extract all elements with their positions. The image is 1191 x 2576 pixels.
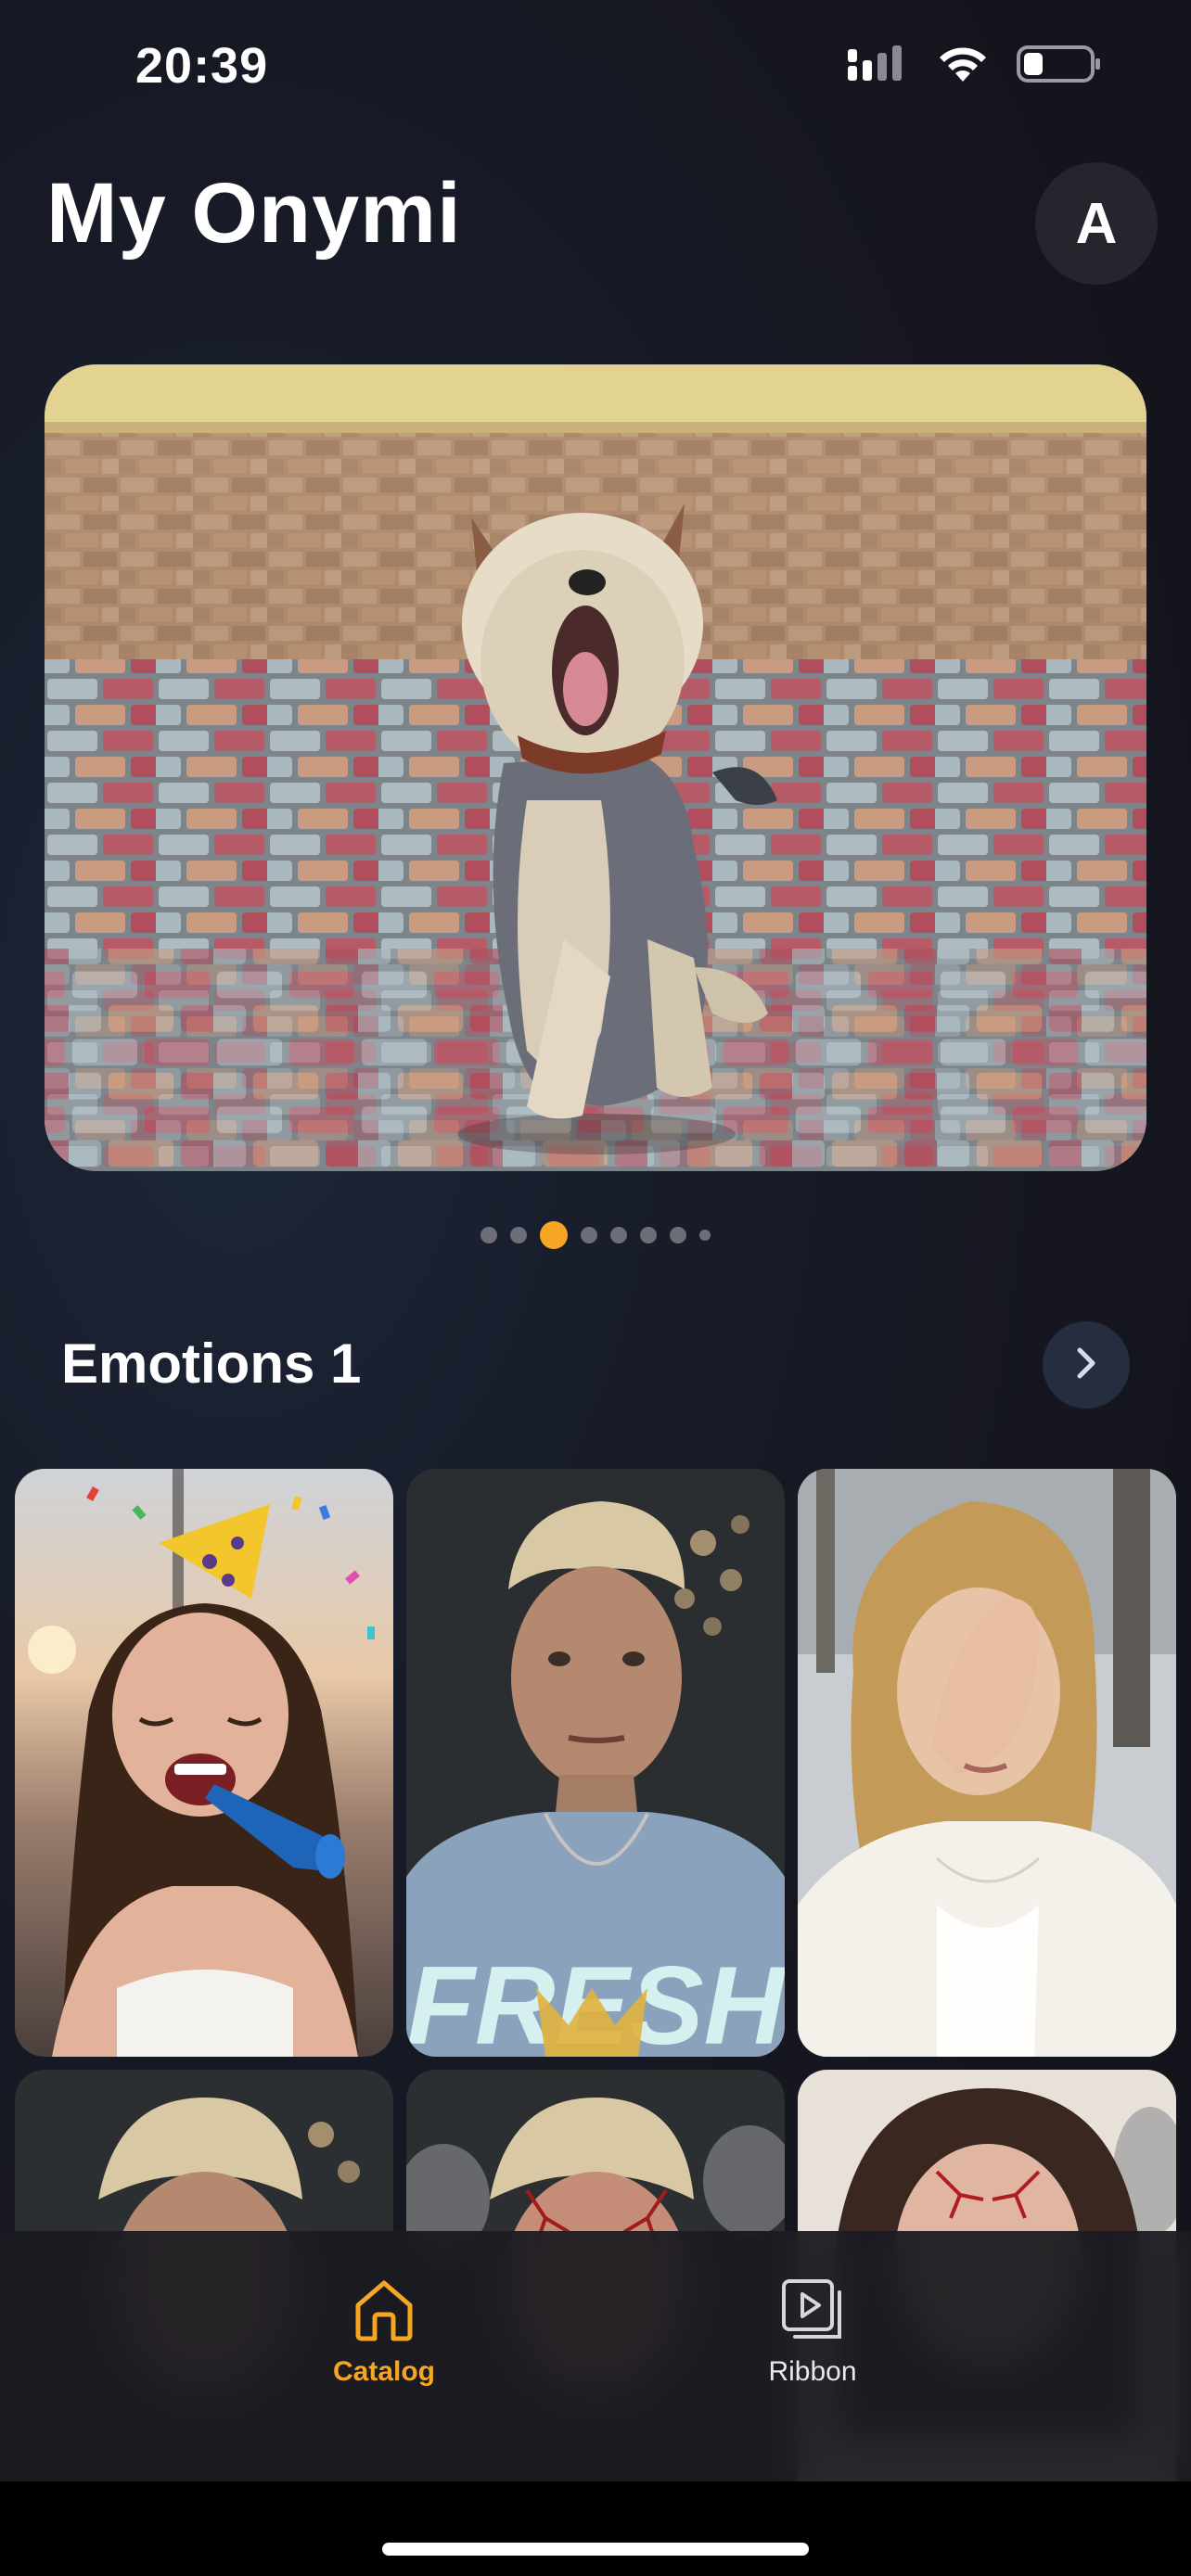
emotion-card-image: FRESH — [406, 1469, 785, 2057]
emotion-card[interactable] — [15, 1469, 393, 2057]
avatar-initial: A — [1075, 191, 1118, 256]
avatar[interactable]: A — [1035, 162, 1158, 285]
section-title: Emotions 1 — [61, 1333, 362, 1395]
pager-dot[interactable] — [670, 1227, 686, 1243]
battery-icon — [1017, 45, 1102, 88]
pager-dot[interactable] — [480, 1227, 497, 1243]
tab-ribbon[interactable]: Ribbon — [720, 2276, 905, 2405]
pager-dot-active[interactable] — [540, 1221, 568, 1249]
pager-dot[interactable] — [610, 1227, 627, 1243]
tab-catalog-label: Catalog — [332, 2356, 435, 2387]
status-time: 20:39 — [135, 38, 269, 94]
emotion-card-image — [798, 1469, 1176, 2057]
page-title: My Onymi — [46, 166, 462, 261]
pager-dot[interactable] — [581, 1227, 597, 1243]
hero-banner[interactable] — [45, 364, 1146, 1171]
chevron-right-icon — [1069, 1345, 1103, 1386]
wifi-icon — [937, 45, 989, 88]
pager-dot[interactable] — [699, 1230, 711, 1241]
home-indicator[interactable] — [382, 2543, 809, 2556]
app-screen: 20:39 My Onymi A Emotions 1 Catalog Ribb… — [0, 0, 1191, 2576]
play-stack-icon — [778, 2276, 847, 2349]
emotion-card[interactable]: FRESH — [406, 1469, 785, 2057]
home-icon — [350, 2276, 418, 2349]
hero-pager[interactable] — [0, 1220, 1191, 1250]
pager-dot[interactable] — [640, 1227, 657, 1243]
section-more-button[interactable] — [1043, 1321, 1130, 1409]
pager-dot[interactable] — [510, 1227, 527, 1243]
tab-catalog[interactable]: Catalog — [291, 2276, 477, 2405]
emotion-card-image — [15, 1469, 393, 2057]
tab-ribbon-label: Ribbon — [768, 2356, 857, 2387]
tab-bar: Catalog Ribbon — [0, 2231, 1191, 2481]
status-icons — [848, 45, 1102, 88]
emotion-card[interactable] — [798, 1469, 1176, 2057]
status-bar: 20:39 — [0, 0, 1191, 139]
hero-image — [45, 364, 1146, 1171]
cellular-signal-icon — [848, 45, 909, 87]
home-indicator-area — [0, 2481, 1191, 2576]
